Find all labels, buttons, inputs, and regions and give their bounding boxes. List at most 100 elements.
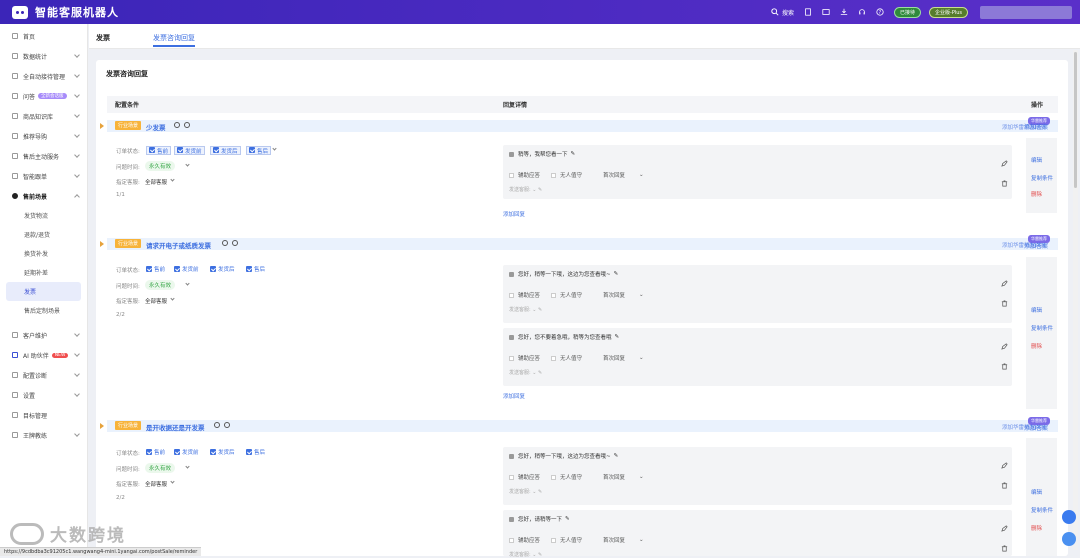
send-config[interactable]: 发送客服: ⌄ ✎ <box>509 306 542 313</box>
sidebar-item-aftersale-service[interactable]: 售后主动服务 <box>0 146 87 166</box>
sidebar-sub-invoice[interactable]: 发票 <box>6 282 81 301</box>
status-checkbox[interactable]: 发货前 <box>174 448 199 456</box>
add-reply-link[interactable]: 添加回复 <box>503 210 525 218</box>
sidebar-item-stats[interactable]: 数据统计 <box>0 46 87 66</box>
add-answer-link[interactable]: 添加答案 <box>1024 423 1048 432</box>
delete-link[interactable]: 删除 <box>1031 342 1042 350</box>
document-button[interactable] <box>804 8 812 16</box>
status-checkbox[interactable]: 售前 <box>146 265 165 273</box>
edit-link[interactable]: 编辑 <box>1031 488 1042 496</box>
valid-time-tag[interactable]: 永久有效 <box>145 463 176 473</box>
first-reply-select[interactable]: 首次回复 ⌄ <box>603 536 644 544</box>
trash-icon[interactable] <box>1001 545 1008 552</box>
send-config[interactable]: 发送客服: ⌄ ✎ <box>509 369 542 376</box>
reception-badge[interactable]: 已接待 <box>894 6 922 18</box>
unmanned-checkbox[interactable] <box>551 474 556 480</box>
chevron-down-icon[interactable] <box>170 479 175 484</box>
assist-checkbox[interactable] <box>509 292 514 298</box>
assist-checkbox[interactable] <box>509 474 514 480</box>
copy-condition-link[interactable]: 复制条件 <box>1031 174 1053 182</box>
plan-badge[interactable]: 企业版-Plus <box>929 6 968 18</box>
delete-link[interactable]: 删除 <box>1031 190 1042 198</box>
send-config[interactable]: 发送客服: ⌄ ✎ <box>509 551 542 558</box>
trash-icon[interactable] <box>1001 300 1008 307</box>
sidebar-item-coach[interactable]: 王牌教练 <box>0 425 87 445</box>
edit-link[interactable]: 编辑 <box>1031 306 1042 314</box>
status-checkbox[interactable]: 发货前 <box>174 146 205 155</box>
scrollbar-thumb[interactable] <box>1074 52 1077 188</box>
edit-icon[interactable] <box>1001 462 1008 469</box>
screen-button[interactable] <box>822 8 830 16</box>
copy-condition-link[interactable]: 复制条件 <box>1031 506 1053 514</box>
status-checkbox[interactable]: 售后 <box>246 146 272 155</box>
sidebar-item-product-kb[interactable]: 商品知识库 <box>0 106 87 126</box>
tab-invoice[interactable]: 发票 <box>96 33 110 43</box>
status-checkbox[interactable]: 发货后 <box>210 146 241 155</box>
sidebar-sub-custom[interactable]: 售后定制场景 <box>0 301 87 320</box>
sidebar-sub-logistics[interactable]: 发货物流 <box>0 206 87 225</box>
sidebar-item-customer[interactable]: 客户维护 <box>0 325 87 345</box>
status-checkbox[interactable]: 售前 <box>146 146 172 155</box>
add-answer-link[interactable]: 添加答案 <box>1024 241 1048 250</box>
status-checkbox[interactable]: 售后 <box>246 265 265 273</box>
chevron-down-icon[interactable] <box>272 146 277 151</box>
chevron-down-icon[interactable] <box>185 464 190 469</box>
pencil-icon[interactable]: ✎ <box>614 271 619 277</box>
reply-text[interactable]: 您好，稍等一下哦，这边为您查看哦~ <box>518 270 611 278</box>
tab-invoice-reply[interactable]: 发票咨询回复 <box>153 33 195 43</box>
pencil-icon[interactable]: ✎ <box>571 151 576 157</box>
sidebar-item-scenes[interactable]: 售前场景 <box>0 186 87 206</box>
unmanned-checkbox[interactable] <box>551 537 556 543</box>
designate-select[interactable]: 全部客服 <box>145 297 167 305</box>
chevron-down-icon[interactable] <box>170 177 175 182</box>
pencil-icon[interactable]: ✎ <box>615 334 620 340</box>
status-checkbox[interactable]: 发货前 <box>174 265 199 273</box>
status-checkbox[interactable]: 发货后 <box>210 265 235 273</box>
send-config[interactable]: 发送客服: ⌄ ✎ <box>509 488 542 495</box>
user-account[interactable] <box>980 5 1072 19</box>
edit-icon[interactable] <box>1001 525 1008 532</box>
info-icon[interactable] <box>232 240 238 246</box>
search-button[interactable]: 搜索 <box>771 8 794 17</box>
chevron-down-icon[interactable] <box>170 296 175 301</box>
scrollbar[interactable] <box>1073 50 1078 550</box>
first-reply-select[interactable]: 首次回复 ⌄ <box>603 171 644 179</box>
assist-checkbox[interactable] <box>509 537 514 543</box>
reply-text[interactable]: 稍等，我帮您看一下 <box>518 150 568 158</box>
sidebar-item-settings[interactable]: 设置 <box>0 385 87 405</box>
delete-link[interactable]: 删除 <box>1031 524 1042 532</box>
trash-icon[interactable] <box>1001 180 1008 187</box>
add-reply-link[interactable]: 添加回复 <box>503 392 525 400</box>
assist-checkbox[interactable] <box>509 172 514 178</box>
chevron-down-icon[interactable] <box>185 162 190 167</box>
help-button[interactable]: ? <box>876 8 884 16</box>
sidebar-item-home[interactable]: 首页 <box>0 26 87 46</box>
edit-link[interactable]: 编辑 <box>1031 156 1042 164</box>
info-icon[interactable] <box>224 422 230 428</box>
sidebar-item-qa[interactable]: 问答 全新会话版 <box>0 86 87 106</box>
chevron-down-icon[interactable] <box>185 281 190 286</box>
unmanned-checkbox[interactable] <box>551 292 556 298</box>
pin-icon[interactable] <box>222 240 228 246</box>
trash-icon[interactable] <box>1001 482 1008 489</box>
expand-arrow-icon[interactable] <box>100 423 104 429</box>
pin-icon[interactable] <box>174 122 180 128</box>
reply-text[interactable]: 您好，请稍等一下 <box>518 515 562 523</box>
designate-select[interactable]: 全部客服 <box>145 178 167 186</box>
valid-time-tag[interactable]: 永久有效 <box>145 280 176 290</box>
first-reply-select[interactable]: 首次回复 ⌄ <box>603 473 644 481</box>
sidebar-item-auto-reception[interactable]: 全自动接待管理 <box>0 66 87 86</box>
pencil-icon[interactable]: ✎ <box>565 516 570 522</box>
reply-text[interactable]: 您好，您不要着急哦，稍等为您查看哦 <box>518 333 612 341</box>
sidebar-sub-exchange[interactable]: 换货补发 <box>0 244 87 263</box>
chat-float-button[interactable] <box>1062 510 1076 524</box>
status-checkbox[interactable]: 发货后 <box>210 448 235 456</box>
edit-icon[interactable] <box>1001 280 1008 287</box>
edit-icon[interactable] <box>1001 343 1008 350</box>
sidebar-item-diagnosis[interactable]: 配置诊断 <box>0 365 87 385</box>
sidebar-sub-delay[interactable]: 延期补差 <box>0 263 87 282</box>
sidebar-item-follow-up[interactable]: 智能跟单 <box>0 166 87 186</box>
valid-time-tag[interactable]: 永久有效 <box>145 161 176 171</box>
add-answer-link[interactable]: 添加答案 <box>1024 122 1048 131</box>
designate-select[interactable]: 全部客服 <box>145 480 167 488</box>
